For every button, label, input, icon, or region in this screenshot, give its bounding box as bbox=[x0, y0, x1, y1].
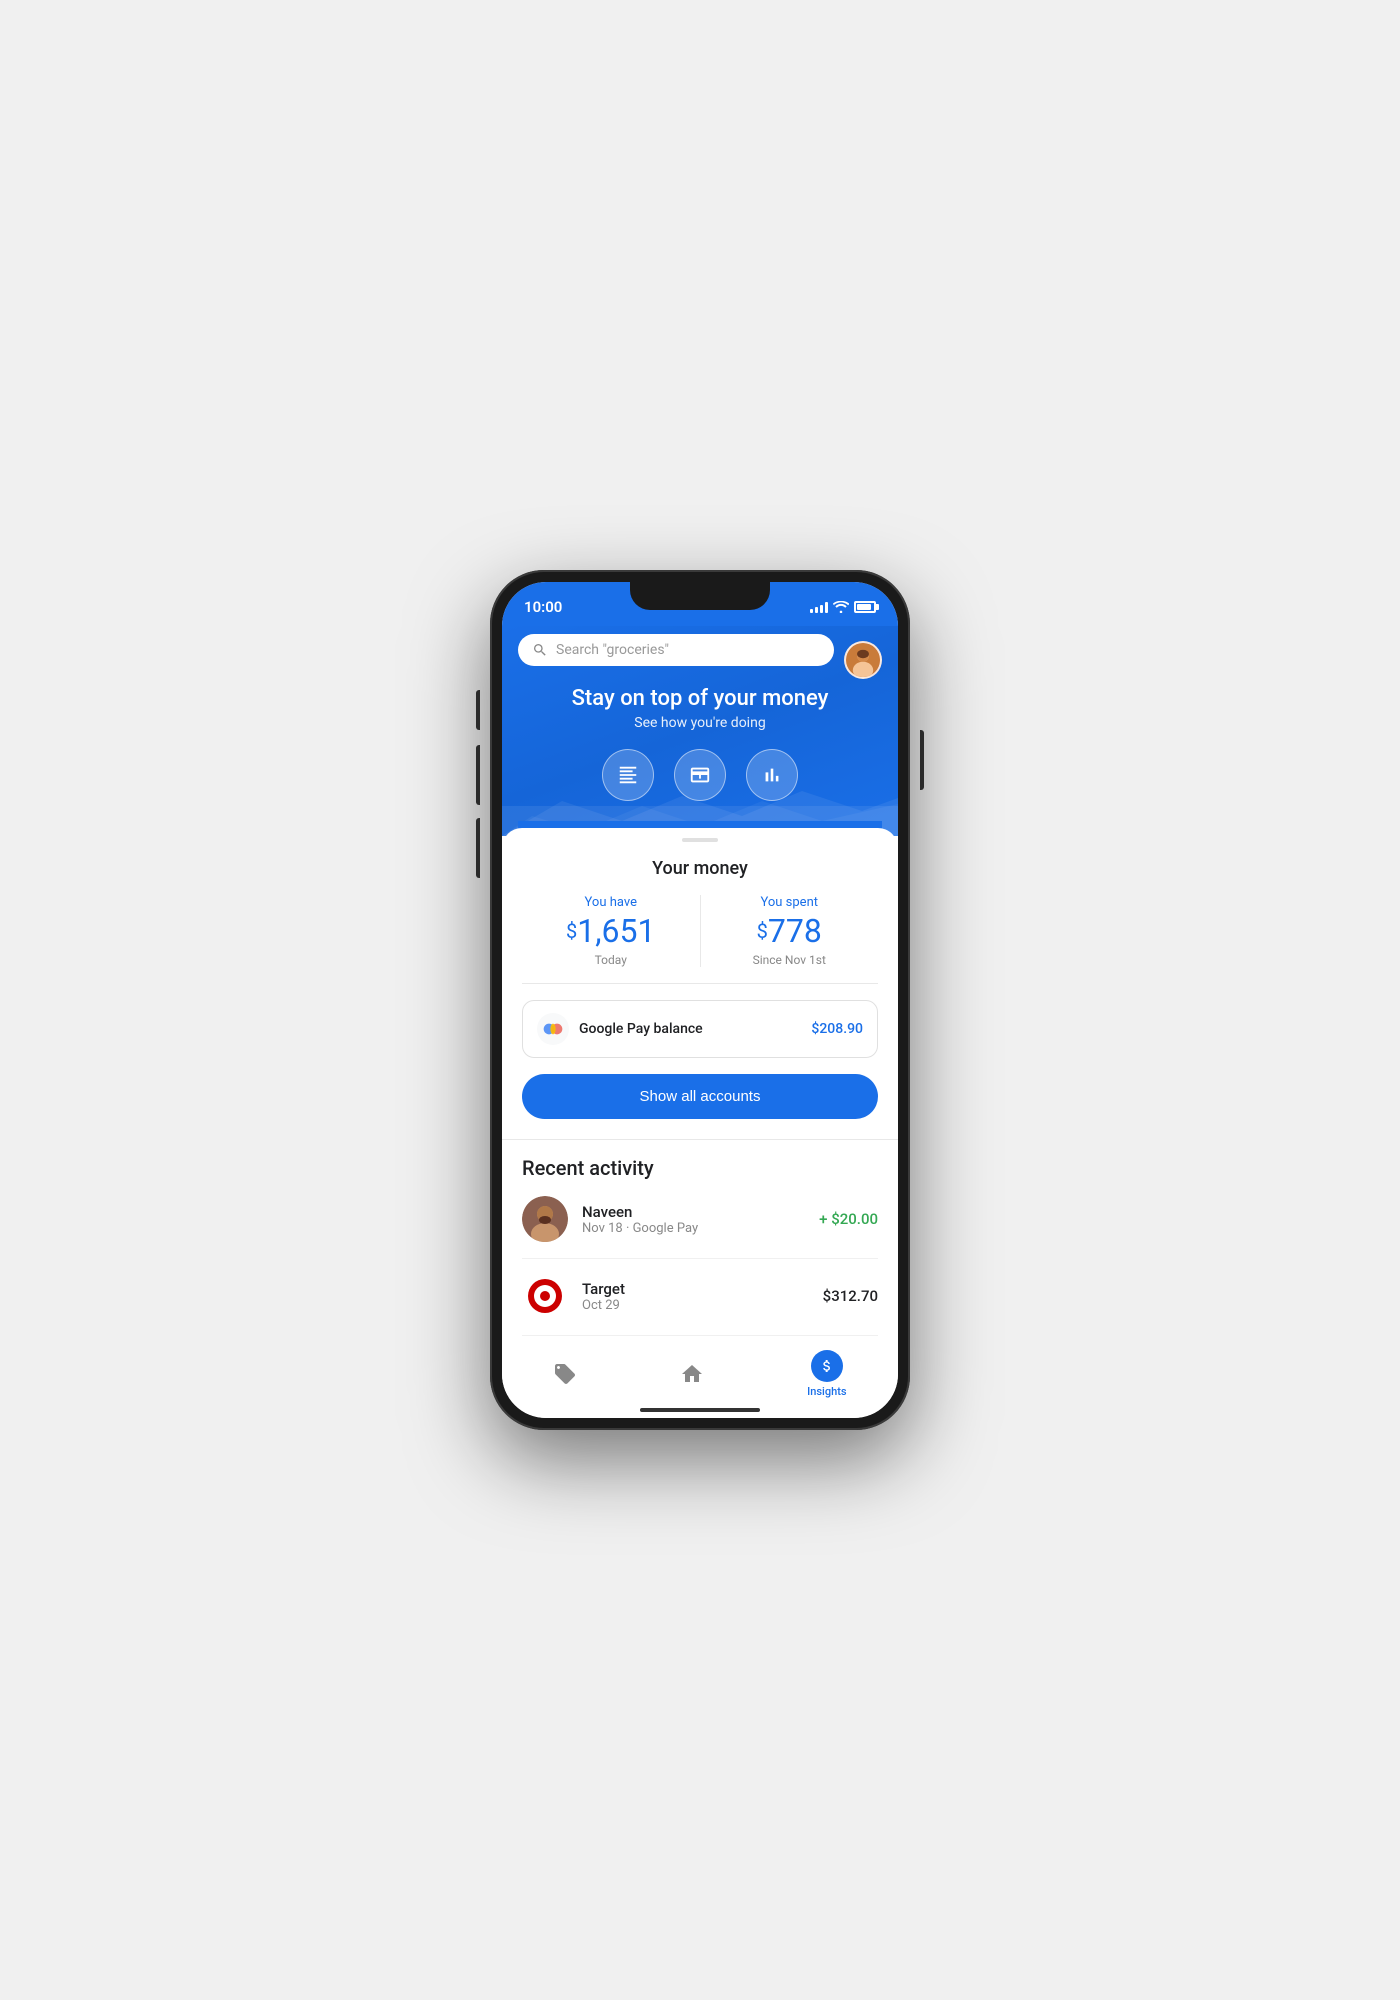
you-spent-label: You spent bbox=[701, 895, 879, 910]
transactions-button[interactable] bbox=[602, 749, 654, 801]
search-row: Search "groceries" bbox=[518, 634, 882, 686]
section-divider bbox=[502, 1139, 898, 1140]
insights-label: Insights bbox=[807, 1385, 846, 1398]
hero-title: Stay on top of your money bbox=[528, 686, 872, 711]
nav-item-tag[interactable] bbox=[553, 1362, 577, 1386]
activity-title: Recent activity bbox=[522, 1156, 878, 1180]
battery-icon bbox=[854, 601, 876, 613]
silent-button bbox=[476, 690, 480, 730]
quick-actions bbox=[518, 749, 882, 821]
recent-activity-section: Recent activity Nave bbox=[502, 1156, 898, 1336]
home-indicator bbox=[640, 1408, 760, 1412]
you-spent-amount: $778 bbox=[701, 914, 879, 949]
balance-amount: $208.90 bbox=[811, 1021, 863, 1037]
pay-button[interactable] bbox=[674, 749, 726, 801]
target-name: Target bbox=[582, 1280, 809, 1298]
money-row: You have $1,651 Today You spent $778 Sin… bbox=[522, 895, 878, 984]
money-section: Your money You have $1,651 Today You spe… bbox=[502, 858, 898, 1119]
show-all-accounts-button[interactable]: Show all accounts bbox=[522, 1074, 878, 1119]
target-amount: $312.70 bbox=[823, 1287, 878, 1305]
status-icons bbox=[810, 601, 876, 613]
header-section: Search "groceries" Stay on top of your m… bbox=[502, 626, 898, 836]
target-info: Target Oct 29 bbox=[582, 1280, 809, 1313]
insights-icon bbox=[811, 1350, 843, 1382]
naveen-info: Naveen Nov 18 · Google Pay bbox=[582, 1203, 805, 1236]
you-have-sublabel: Today bbox=[522, 953, 700, 967]
tag-icon bbox=[553, 1362, 577, 1386]
notch bbox=[630, 582, 770, 610]
hero-subtitle: See how you're doing bbox=[528, 715, 872, 731]
you-spent-col: You spent $778 Since Nov 1st bbox=[701, 895, 879, 967]
home-icon bbox=[680, 1362, 704, 1386]
activity-item-target[interactable]: Target Oct 29 $312.70 bbox=[522, 1273, 878, 1336]
phone-screen: 10:00 Search " bbox=[502, 582, 898, 1418]
search-icon bbox=[532, 642, 548, 658]
gpay-icon bbox=[537, 1013, 569, 1045]
bottom-nav: Insights bbox=[502, 1341, 898, 1418]
chart-button[interactable] bbox=[746, 749, 798, 801]
content-area: Your money You have $1,651 Today You spe… bbox=[502, 828, 898, 1350]
status-time: 10:00 bbox=[524, 598, 562, 616]
you-spent-sublabel: Since Nov 1st bbox=[701, 953, 879, 967]
google-pay-balance-row[interactable]: Google Pay balance $208.90 bbox=[522, 1000, 878, 1058]
target-avatar bbox=[522, 1273, 568, 1319]
naveen-name: Naveen bbox=[582, 1203, 805, 1221]
naveen-sub: Nov 18 · Google Pay bbox=[582, 1221, 805, 1236]
naveen-avatar bbox=[522, 1196, 568, 1242]
you-have-amount: $1,651 bbox=[522, 914, 700, 949]
search-bar[interactable]: Search "groceries" bbox=[518, 634, 834, 666]
nav-item-insights[interactable]: Insights bbox=[807, 1350, 846, 1398]
money-title: Your money bbox=[522, 858, 878, 879]
signal-icon bbox=[810, 601, 828, 613]
power-button bbox=[920, 730, 924, 790]
search-placeholder: Search "groceries" bbox=[556, 642, 820, 658]
phone-frame: 10:00 Search " bbox=[490, 570, 910, 1430]
volume-up-button bbox=[476, 745, 480, 805]
you-have-col: You have $1,651 Today bbox=[522, 895, 701, 967]
nav-item-home[interactable] bbox=[680, 1362, 704, 1386]
target-sub: Oct 29 bbox=[582, 1298, 809, 1313]
drag-handle[interactable] bbox=[682, 838, 718, 842]
hero-text: Stay on top of your money See how you're… bbox=[518, 686, 882, 731]
activity-item-naveen[interactable]: Naveen Nov 18 · Google Pay + $20.00 bbox=[522, 1196, 878, 1259]
volume-down-button bbox=[476, 818, 480, 878]
you-have-label: You have bbox=[522, 895, 700, 910]
balance-label: Google Pay balance bbox=[579, 1021, 801, 1037]
naveen-amount: + $20.00 bbox=[819, 1210, 878, 1228]
user-avatar[interactable] bbox=[844, 641, 882, 679]
wifi-icon bbox=[833, 601, 849, 613]
